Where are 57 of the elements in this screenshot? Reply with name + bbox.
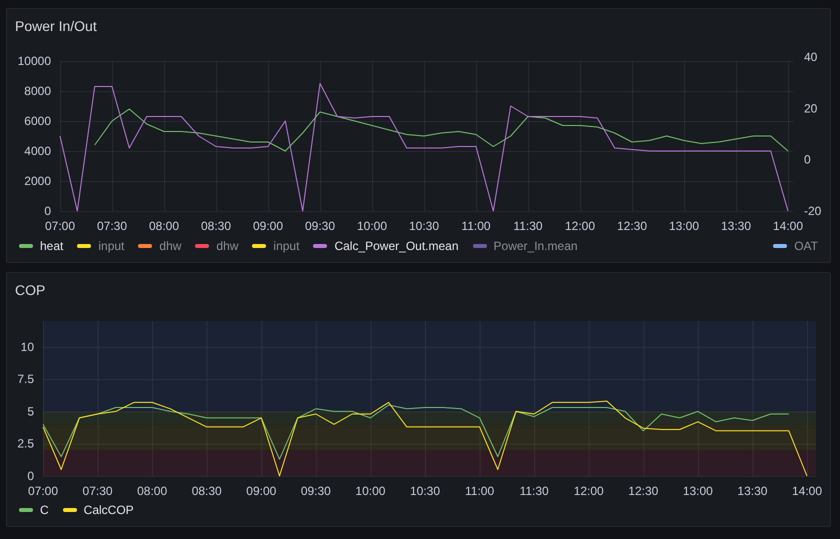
axis-tick-label: 10000 xyxy=(18,54,51,68)
axis-tick-label: 14:00 xyxy=(772,219,804,233)
axis-tick-label: 14:00 xyxy=(792,484,822,498)
axis-tick-label: 10:00 xyxy=(356,219,388,233)
axis-tick-label: 08:30 xyxy=(200,219,232,233)
axis-tick-label: 08:30 xyxy=(192,484,222,498)
legend-item[interactable]: Calc_Power_Out.mean xyxy=(313,238,459,254)
axis-tick-label: 0 xyxy=(44,204,51,218)
axis-tick-label: 07:30 xyxy=(96,219,128,233)
axis-tick-label: 13:00 xyxy=(668,219,700,233)
legend-item[interactable]: heat xyxy=(19,238,64,254)
axis-tick-label: 08:00 xyxy=(137,484,168,498)
axis-tick-label: 10 xyxy=(20,340,34,354)
axis-tick-label: 2000 xyxy=(24,174,51,188)
legend-item[interactable]: dhw xyxy=(138,238,182,254)
axis-tick-label: 11:30 xyxy=(520,484,549,498)
panel-title: COP xyxy=(14,281,46,300)
axis-tick-label: 10:30 xyxy=(408,219,440,233)
axis-tick-label: 11:00 xyxy=(465,484,494,498)
axis-tick-label: 12:00 xyxy=(564,219,596,233)
axis-tick-label: 11:30 xyxy=(513,219,543,233)
axis-tick-label: 09:00 xyxy=(246,484,276,498)
axis-tick-label: 20 xyxy=(804,101,818,116)
axis-tick-label: 40 xyxy=(804,50,818,64)
axis-tick-label: 12:00 xyxy=(574,484,604,498)
legend-item[interactable]: OAT xyxy=(773,238,818,254)
axis-tick-label: 09:30 xyxy=(304,219,336,233)
axis-tick-label: 0 xyxy=(27,469,34,483)
axis-tick-label: 5 xyxy=(27,404,34,418)
legend-item[interactable]: input xyxy=(252,238,300,254)
axis-tick-label: 12:30 xyxy=(628,484,658,498)
axis-tick-label: 07:30 xyxy=(82,484,113,498)
axis-tick-label: 13:00 xyxy=(682,484,713,498)
axis-tick-label: 12:30 xyxy=(616,219,648,233)
axis-tick-label: 10:30 xyxy=(410,484,440,498)
axis-tick-label: 0 xyxy=(804,152,811,167)
axis-tick-label: 07:00 xyxy=(44,219,76,233)
panel-title: Power In/Out xyxy=(14,17,98,36)
legend-item[interactable]: C xyxy=(19,502,49,518)
axis-tick-label: 8000 xyxy=(24,84,51,98)
axis-tick-label: 13:30 xyxy=(720,219,752,233)
axis-tick-label: 11:00 xyxy=(461,219,491,233)
legend-item[interactable]: dhw xyxy=(195,238,238,254)
axis-tick-label: 09:00 xyxy=(252,219,284,233)
axis-tick-label: 7.5 xyxy=(17,372,34,386)
legend-item[interactable]: input xyxy=(77,238,124,254)
axis-tick-label: 13:30 xyxy=(737,484,768,498)
legend-item[interactable]: Power_In.mean xyxy=(472,238,578,254)
axis-tick-label: 10:00 xyxy=(355,484,386,498)
axis-tick-label: 07:00 xyxy=(28,484,58,498)
axis-tick-label: 4000 xyxy=(24,144,51,158)
legend-item[interactable]: CalcCOP xyxy=(62,502,134,518)
axis-tick-label: 09:30 xyxy=(300,484,331,498)
axis-tick-label: 2.5 xyxy=(17,436,34,451)
axis-tick-label: -20 xyxy=(804,204,822,218)
axis-tick-label: 08:00 xyxy=(148,219,180,233)
axis-tick-label: 6000 xyxy=(24,114,51,128)
